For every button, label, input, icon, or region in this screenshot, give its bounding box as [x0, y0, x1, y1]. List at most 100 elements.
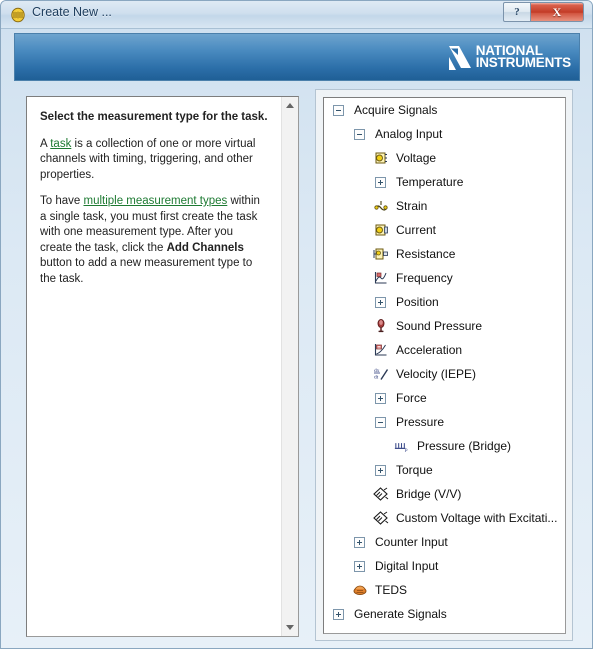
collapse-minus-icon[interactable] — [354, 128, 365, 140]
window-title: Create New ... — [32, 5, 112, 19]
tree-marker-slot — [372, 414, 389, 431]
tree-node-label: Velocity (IEPE) — [396, 367, 477, 381]
close-button[interactable]: X — [531, 2, 584, 22]
tree-node-label: Position — [396, 295, 439, 309]
frequency-icon — [372, 270, 389, 287]
strain-icon — [372, 198, 389, 215]
help-panel: Select the measurement type for the task… — [26, 96, 299, 637]
help-paragraph-1: A task is a collection of one or more vi… — [40, 137, 268, 184]
tree-node[interactable]: Counter Input — [324, 530, 565, 554]
tree-node-label: Sound Pressure — [396, 319, 483, 333]
tree-node-label: Pressure — [396, 415, 445, 429]
tree-node-label: Analog Input — [375, 127, 443, 141]
help-button[interactable]: ? — [503, 2, 531, 22]
measurement-type-tree[interactable]: Acquire Signals Analog Input Voltage Temper… — [323, 97, 566, 634]
tree-node-label: TEDS — [375, 583, 408, 597]
tree-node[interactable]: Bridge (V/V) — [324, 482, 565, 506]
tree-node-label: Strain — [396, 199, 428, 213]
expand-plus-icon[interactable] — [375, 176, 386, 188]
tree-marker-slot — [372, 390, 389, 407]
tree-marker-slot — [351, 558, 368, 575]
tree-node-label: Voltage — [396, 151, 437, 165]
tree-node[interactable]: Torque — [324, 458, 565, 482]
help-p2-before: To have — [40, 195, 84, 207]
tree-node[interactable]: Current — [324, 218, 565, 242]
ni-logo: NATIONAL INSTRUMENTS — [447, 42, 571, 72]
tree-marker-slot — [372, 294, 389, 311]
collapse-minus-icon[interactable] — [333, 104, 344, 116]
help-p2-after: button to add a new measurement type to … — [40, 257, 253, 285]
scroll-up-arrow-icon[interactable] — [282, 97, 298, 114]
tree-node-label: Counter Input — [375, 535, 448, 549]
resistance-icon — [372, 246, 389, 263]
bridge-icon — [372, 510, 389, 527]
tree-node[interactable]: Sound Pressure — [324, 314, 565, 338]
tree-node-label: Resistance — [396, 247, 456, 261]
daq-task-icon — [10, 7, 26, 23]
tree-node[interactable]: Digital Input — [324, 554, 565, 578]
expand-plus-icon[interactable] — [375, 296, 386, 308]
tree-node-label: Pressure (Bridge) — [417, 439, 512, 453]
tree-node[interactable]: Custom Voltage with Excitati... — [324, 506, 565, 530]
tree-node-label: Force — [396, 391, 427, 405]
tree-node[interactable]: Resistance — [324, 242, 565, 266]
expand-plus-icon[interactable] — [333, 608, 344, 620]
help-panel-scrollbar[interactable] — [281, 97, 298, 636]
tree-node-label: Bridge (V/V) — [396, 487, 462, 501]
tree-node-label: Current — [396, 223, 437, 237]
help-p1-before: A — [40, 137, 51, 150]
tree-node[interactable]: Temperature — [324, 170, 565, 194]
bridge-icon — [372, 486, 389, 503]
tree-node[interactable]: Pressure — [324, 410, 565, 434]
collapse-minus-icon[interactable] — [375, 416, 386, 428]
tree-node[interactable]: Strain — [324, 194, 565, 218]
tree-node-label: Custom Voltage with Excitati... — [396, 511, 558, 525]
teds-icon — [351, 582, 368, 599]
expand-plus-icon[interactable] — [354, 560, 365, 572]
tree-node-label: Generate Signals — [354, 607, 447, 621]
tree-marker-slot — [330, 606, 347, 623]
microphone-icon — [372, 318, 389, 335]
ni-wordmark: NATIONAL INSTRUMENTS — [476, 44, 572, 70]
current-icon — [372, 222, 389, 239]
help-heading: Select the measurement type for the task… — [40, 111, 268, 123]
tree-node-label: Acceleration — [396, 343, 463, 357]
tree-node[interactable]: Frequency — [324, 266, 565, 290]
expand-plus-icon[interactable] — [354, 536, 365, 548]
tree-marker-slot — [351, 534, 368, 551]
tree-node-label: Temperature — [396, 175, 464, 189]
tree-node[interactable]: p Pressure (Bridge) — [324, 434, 565, 458]
tree-node[interactable]: Acceleration — [324, 338, 565, 362]
tree-node-label: Acquire Signals — [354, 103, 438, 117]
task-link[interactable]: task — [50, 138, 71, 150]
tree-node[interactable]: Voltage — [324, 146, 565, 170]
tree-node-label: Torque — [396, 463, 433, 477]
close-button-label: X — [552, 4, 562, 19]
tree-node[interactable]: Analog Input — [324, 122, 565, 146]
help-paragraph-2: To have multiple measurement types withi… — [40, 194, 268, 287]
tree-node[interactable]: dx dt Velocity (IEPE) — [324, 362, 565, 386]
help-text-content: Select the measurement type for the task… — [40, 110, 268, 287]
scroll-down-arrow-icon[interactable] — [282, 619, 298, 636]
velocity-icon: dx dt — [372, 366, 389, 383]
help-button-label: ? — [514, 6, 520, 18]
tree-node[interactable]: Force — [324, 386, 565, 410]
tree-node[interactable]: Position — [324, 290, 565, 314]
create-new-dialog-window: Create New ... ? X NATIONAL INSTRUMENTS — [0, 0, 593, 649]
multiple-measurement-types-link[interactable]: multiple measurement types — [83, 195, 227, 207]
tree-marker-slot — [330, 102, 347, 119]
acceleration-icon — [372, 342, 389, 359]
tree-node-label: Frequency — [396, 271, 453, 285]
tree-marker-slot — [351, 126, 368, 143]
tree-node[interactable]: Generate Signals — [324, 602, 565, 626]
tree-node[interactable]: TEDS — [324, 578, 565, 602]
expand-plus-icon[interactable] — [375, 464, 386, 476]
add-channels-emphasis: Add Channels — [166, 241, 244, 254]
tree-node[interactable]: Acquire Signals — [324, 98, 565, 122]
title-bar: Create New ... ? X — [1, 1, 592, 29]
svg-text:dt: dt — [374, 375, 379, 381]
ni-eagle-icon — [447, 43, 473, 71]
tree-marker-slot — [372, 462, 389, 479]
bridge-pressure-icon: p — [393, 438, 410, 455]
expand-plus-icon[interactable] — [375, 392, 386, 404]
